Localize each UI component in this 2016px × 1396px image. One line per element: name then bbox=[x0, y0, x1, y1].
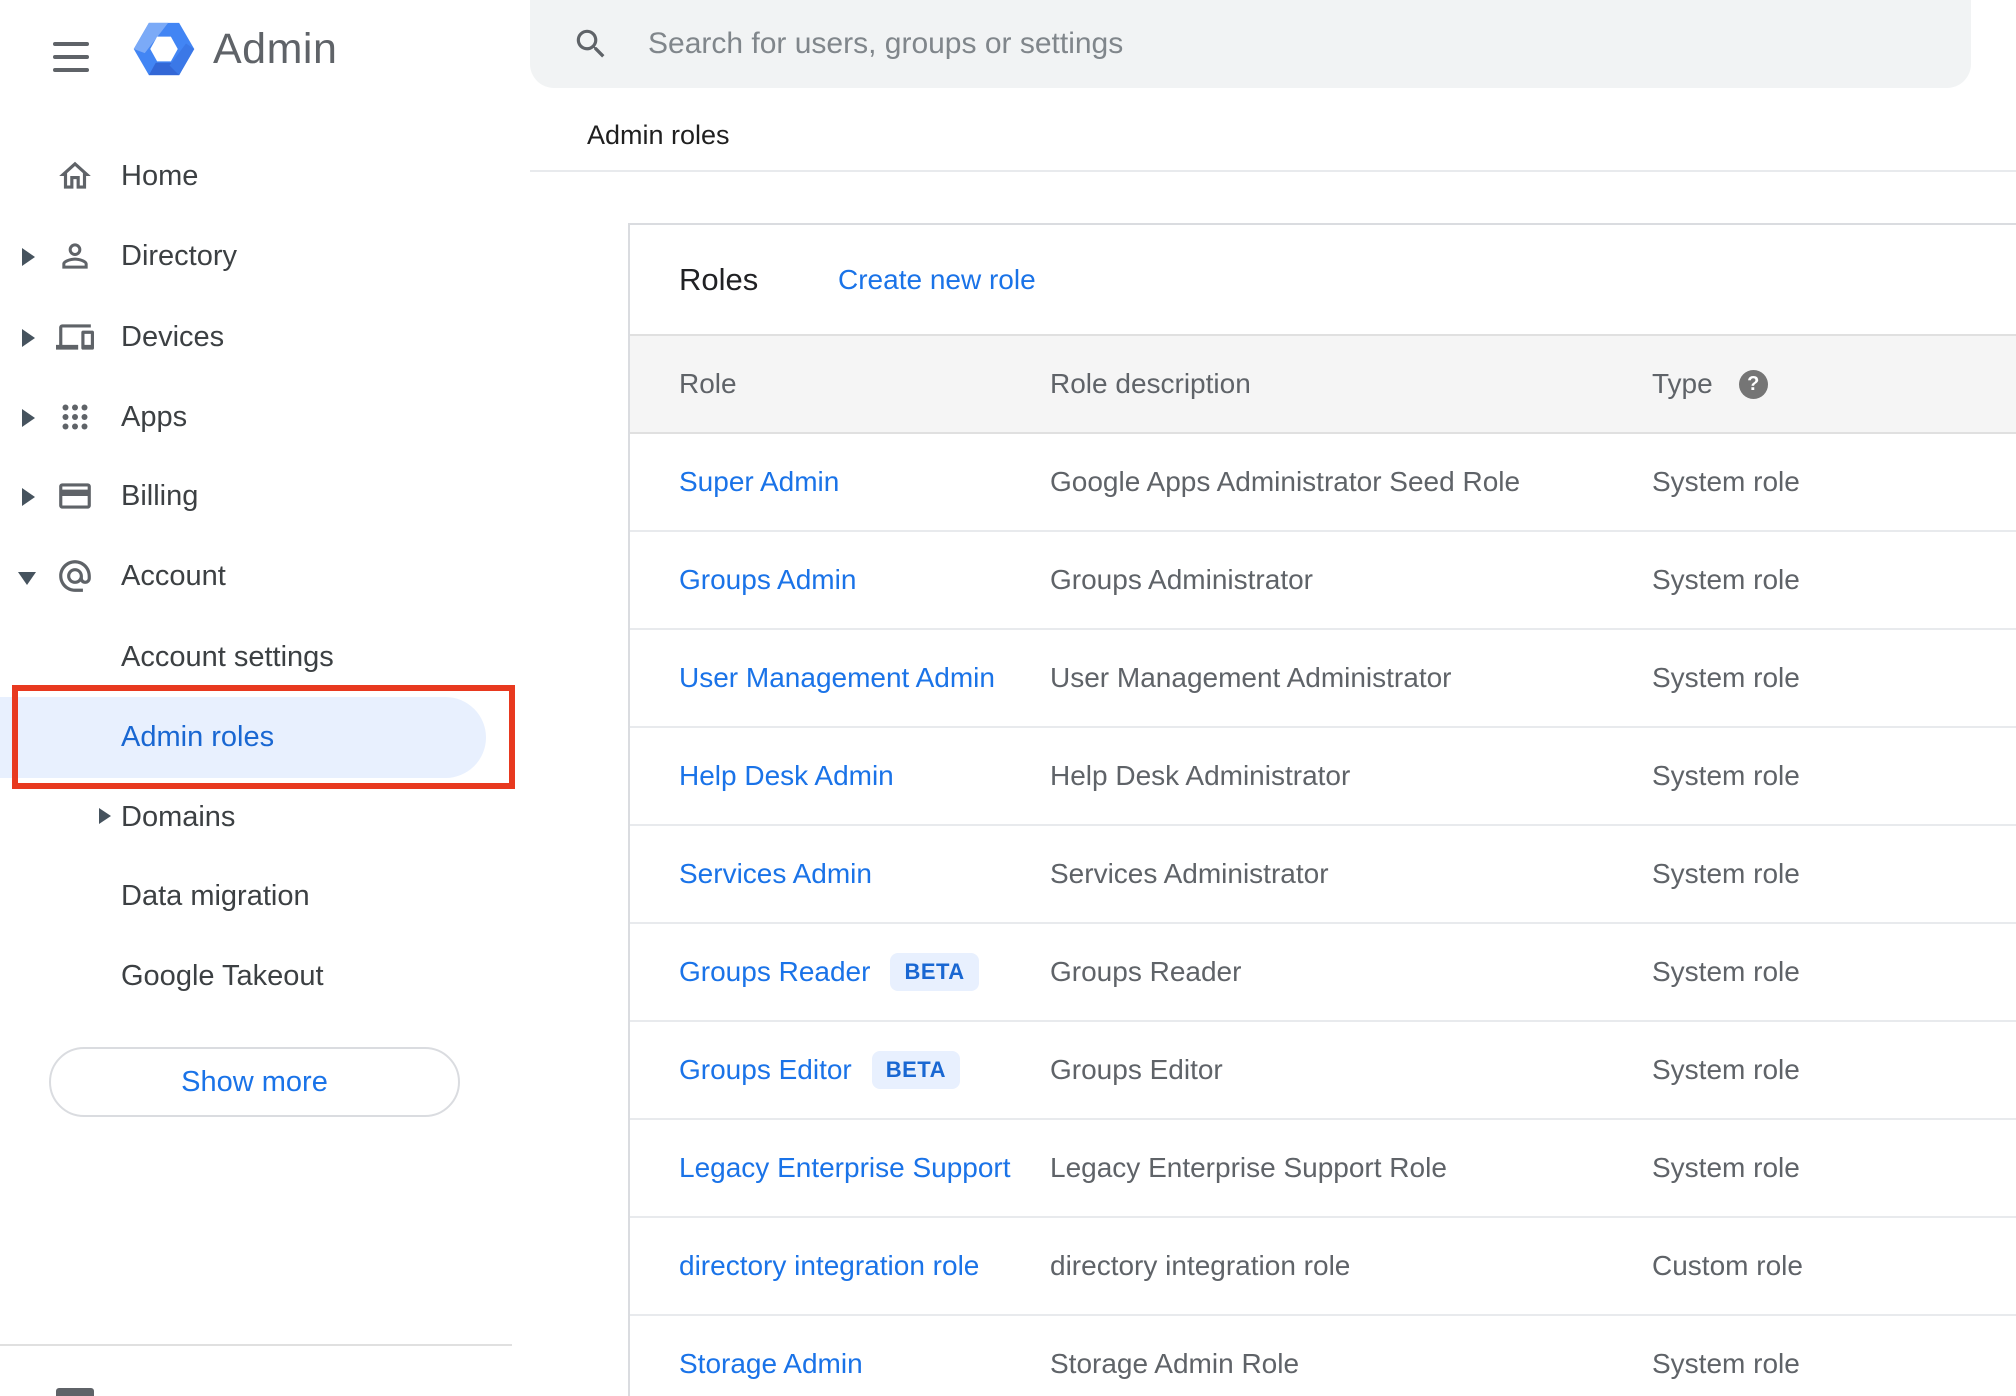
chevron-down-icon[interactable] bbox=[18, 572, 36, 585]
table-row: Super Admin Google Apps Administrator Se… bbox=[630, 434, 2016, 532]
role-link[interactable]: Groups Editor bbox=[679, 1054, 852, 1086]
column-header-type-label: Type bbox=[1652, 368, 1713, 399]
sidebar-item-devices[interactable]: Devices bbox=[0, 297, 530, 377]
column-header-type: Type ? bbox=[1652, 336, 1768, 432]
sidebar-item-label[interactable]: Home bbox=[121, 136, 198, 216]
devices-icon bbox=[56, 318, 94, 356]
role-type: Custom role bbox=[1652, 1250, 1803, 1281]
chevron-right-icon[interactable] bbox=[22, 329, 35, 347]
role-link[interactable]: directory integration role bbox=[679, 1250, 979, 1282]
sidebar-item-label[interactable]: Directory bbox=[121, 216, 237, 296]
search-bar[interactable]: Search for users, groups or settings bbox=[530, 0, 1971, 88]
table-row: Storage Admin Storage Admin Role System … bbox=[630, 1316, 2016, 1396]
sidebar-item-label[interactable]: Billing bbox=[121, 456, 198, 536]
role-link[interactable]: Services Admin bbox=[679, 858, 872, 890]
hamburger-menu-icon[interactable] bbox=[53, 42, 89, 72]
beta-badge: BETA bbox=[871, 1051, 961, 1089]
person-icon bbox=[56, 237, 94, 275]
column-header-role-description: Role description bbox=[1050, 368, 1251, 399]
role-type: System role bbox=[1652, 564, 1800, 595]
role-description: Groups Editor bbox=[1050, 1054, 1223, 1085]
role-description: Services Administrator bbox=[1050, 858, 1329, 889]
table-row: Groups Editor BETA Groups Editor System … bbox=[630, 1022, 2016, 1120]
sidebar-item-apps[interactable]: Apps bbox=[0, 377, 530, 457]
billing-card-icon bbox=[56, 477, 94, 515]
sidebar-item-billing[interactable]: Billing bbox=[0, 456, 530, 536]
feedback-icon[interactable] bbox=[56, 1388, 94, 1396]
search-input[interactable]: Search for users, groups or settings bbox=[648, 0, 1123, 88]
role-type: System role bbox=[1652, 858, 1800, 889]
app-logo: Admin bbox=[131, 18, 337, 80]
show-more-button[interactable]: Show more bbox=[49, 1047, 460, 1117]
google-admin-console: Admin Search for users, groups or settin… bbox=[0, 0, 2016, 1396]
role-link[interactable]: User Management Admin bbox=[679, 662, 995, 694]
sidebar-item-home[interactable]: Home bbox=[0, 136, 530, 216]
search-icon bbox=[576, 29, 605, 58]
breadcrumb: Admin roles bbox=[587, 120, 730, 150]
role-type: System role bbox=[1652, 1348, 1800, 1379]
role-description: Help Desk Administrator bbox=[1050, 760, 1351, 791]
role-link[interactable]: Groups Admin bbox=[679, 564, 856, 596]
at-sign-icon bbox=[56, 557, 94, 595]
role-type: System role bbox=[1652, 1152, 1800, 1183]
sidebar-item-label[interactable]: Account bbox=[121, 536, 226, 616]
role-type: System role bbox=[1652, 760, 1800, 791]
role-link[interactable]: Groups Reader bbox=[679, 956, 870, 988]
breadcrumb-divider bbox=[530, 170, 2016, 172]
table-row: Groups Admin Groups Administrator System… bbox=[630, 532, 2016, 630]
table-row: Groups Reader BETA Groups Reader System … bbox=[630, 924, 2016, 1022]
table-row: Legacy Enterprise Support Legacy Enterpr… bbox=[630, 1120, 2016, 1218]
table-row: directory integration role directory int… bbox=[630, 1218, 2016, 1316]
beta-badge: BETA bbox=[890, 953, 979, 991]
table-header-row: Role Role description Type ? bbox=[630, 334, 2016, 434]
roles-card: Roles Create new role Role Role descript… bbox=[628, 223, 2016, 1396]
table-row: Services Admin Services Administrator Sy… bbox=[630, 826, 2016, 924]
role-type: System role bbox=[1652, 662, 1800, 693]
role-description: Google Apps Administrator Seed Role bbox=[1050, 466, 1521, 497]
sidebar-item-label[interactable]: Data migration bbox=[121, 856, 310, 936]
sidebar-item-label[interactable]: Devices bbox=[121, 297, 224, 377]
role-link[interactable]: Super Admin bbox=[679, 466, 839, 498]
create-new-role-link[interactable]: Create new role bbox=[838, 264, 1036, 296]
table-row: Help Desk Admin Help Desk Administrator … bbox=[630, 728, 2016, 826]
sidebar-item-account[interactable]: Account bbox=[0, 536, 530, 616]
role-type: System role bbox=[1652, 1054, 1800, 1085]
column-header-role: Role bbox=[679, 368, 737, 399]
sidebar-item-data-migration[interactable]: Data migration bbox=[0, 856, 530, 936]
role-link[interactable]: Storage Admin bbox=[679, 1348, 863, 1380]
role-link[interactable]: Legacy Enterprise Support bbox=[679, 1152, 1011, 1184]
sidebar-item-google-takeout[interactable]: Google Takeout bbox=[0, 936, 530, 1016]
chevron-right-icon[interactable] bbox=[22, 409, 35, 427]
role-type: System role bbox=[1652, 466, 1800, 497]
sidebar-divider bbox=[0, 1344, 512, 1346]
chevron-right-icon[interactable] bbox=[22, 248, 35, 266]
role-link[interactable]: Help Desk Admin bbox=[679, 760, 894, 792]
chevron-right-icon[interactable] bbox=[22, 488, 35, 506]
sidebar-item-label[interactable]: Google Takeout bbox=[121, 936, 324, 1016]
role-description: Groups Administrator bbox=[1050, 564, 1313, 595]
role-description: Storage Admin Role bbox=[1050, 1348, 1300, 1379]
sidebar-item-label[interactable]: Apps bbox=[121, 377, 187, 457]
chevron-right-icon[interactable] bbox=[99, 808, 111, 824]
home-icon bbox=[56, 157, 94, 195]
help-icon[interactable]: ? bbox=[1738, 369, 1768, 399]
apps-grid-icon bbox=[56, 398, 94, 436]
role-description: directory integration role bbox=[1050, 1250, 1351, 1281]
roles-card-header: Roles Create new role bbox=[630, 225, 2016, 334]
role-description: Groups Reader bbox=[1050, 956, 1242, 987]
sidebar-item-directory[interactable]: Directory bbox=[0, 216, 530, 296]
role-type: System role bbox=[1652, 956, 1800, 987]
sidebar-item-domains[interactable]: Domains bbox=[0, 777, 530, 857]
admin-hexagon-icon bbox=[133, 22, 195, 76]
sidebar-item-label[interactable]: Domains bbox=[121, 777, 235, 857]
card-title: Roles bbox=[679, 261, 759, 297]
annotation-red-box bbox=[12, 685, 515, 789]
role-description: Legacy Enterprise Support Role bbox=[1050, 1152, 1447, 1183]
role-description: User Management Administrator bbox=[1050, 662, 1452, 693]
table-row: User Management Admin User Management Ad… bbox=[630, 630, 2016, 728]
product-name: Admin bbox=[213, 24, 338, 73]
